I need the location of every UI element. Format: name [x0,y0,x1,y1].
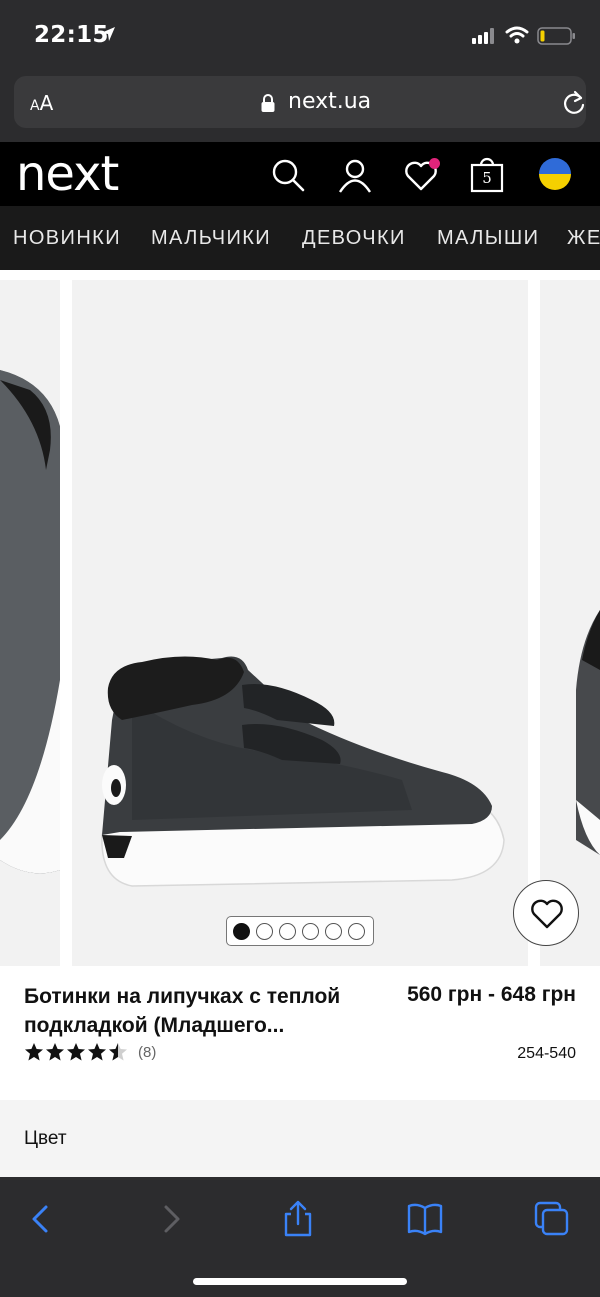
forward-icon[interactable] [152,1199,192,1239]
text-size-large-label: A [39,91,54,115]
heart-icon [531,899,563,929]
product-content: Ботинки на липучках с теплой подкладкой … [0,270,600,1177]
product-code: 254-540 [517,1045,576,1062]
star-half-icon [109,1043,127,1061]
shopping-bag-icon[interactable]: 5 [469,157,505,193]
carousel-dot-1[interactable] [233,923,250,940]
image-carousel[interactable] [0,280,600,966]
star-full-icon [67,1043,85,1061]
previous-image[interactable] [0,280,60,966]
favourites-icon[interactable] [403,157,440,193]
bookmarks-icon[interactable] [405,1199,445,1239]
text-size-button[interactable]: AA [30,91,53,115]
reload-icon[interactable] [562,90,586,121]
review-count[interactable]: (8) [138,1044,156,1061]
color-section[interactable]: Цвет [0,1100,600,1177]
star-full-icon [25,1043,43,1061]
product-price: 560 грн - 648 грн [407,983,576,1006]
battery-icon [537,26,577,51]
star-full-icon [46,1043,64,1061]
location-arrow-icon [100,26,116,47]
ukraine-flag-icon[interactable] [538,157,574,193]
account-icon[interactable] [337,157,373,193]
color-label: Цвет [24,1128,67,1149]
carousel-dot-5[interactable] [325,923,342,940]
product-info: Ботинки на липучках с теплой подкладкой … [0,966,600,1100]
nav-item-girls[interactable]: ДЕВОЧКИ [302,227,406,250]
carousel-pagination [226,916,374,946]
nav-item-women[interactable]: ЖЕ [567,227,600,250]
share-icon[interactable] [278,1199,318,1239]
browser-address-area: AA next.ua [0,72,600,142]
page: 22:15 AA next.ua next 5 НОВИНКИ МАЛЬЧИКИ… [0,0,600,1297]
home-indicator[interactable] [193,1278,407,1285]
nav-item-new[interactable]: НОВИНКИ [13,227,121,250]
search-icon[interactable] [270,157,306,193]
add-to-favourites-button[interactable] [513,880,579,946]
tabs-icon[interactable] [532,1199,572,1239]
carousel-dot-4[interactable] [302,923,319,940]
carousel-dot-3[interactable] [279,923,296,940]
wifi-icon [505,26,529,49]
favourites-badge [429,158,440,169]
address-bar[interactable]: AA next.ua [14,76,586,128]
next-logo[interactable]: next [16,146,119,202]
back-icon[interactable] [22,1199,62,1239]
status-time: 22:15 [34,22,109,48]
url-text[interactable]: next.ua [288,89,371,114]
bag-count: 5 [482,169,492,187]
cellular-signal-icon [472,28,498,49]
lock-icon [260,93,276,118]
product-name: Ботинки на липучках с теплой подкладкой … [24,985,341,1037]
star-full-icon [88,1043,106,1061]
next-image[interactable] [540,280,600,966]
site-header: next 5 [0,142,600,206]
main-product-image[interactable] [72,280,528,966]
text-size-small-label: A [30,98,40,114]
carousel-dot-6[interactable] [348,923,365,940]
status-bar: 22:15 [0,0,600,72]
nav-item-babies[interactable]: МАЛЫШИ [437,227,539,250]
nav-item-boys[interactable]: МАЛЬЧИКИ [151,227,271,250]
browser-toolbar [0,1177,600,1297]
category-nav: НОВИНКИ МАЛЬЧИКИ ДЕВОЧКИ МАЛЫШИ ЖЕ [0,206,600,270]
rating-stars[interactable] [24,1042,129,1064]
carousel-dot-2[interactable] [256,923,273,940]
